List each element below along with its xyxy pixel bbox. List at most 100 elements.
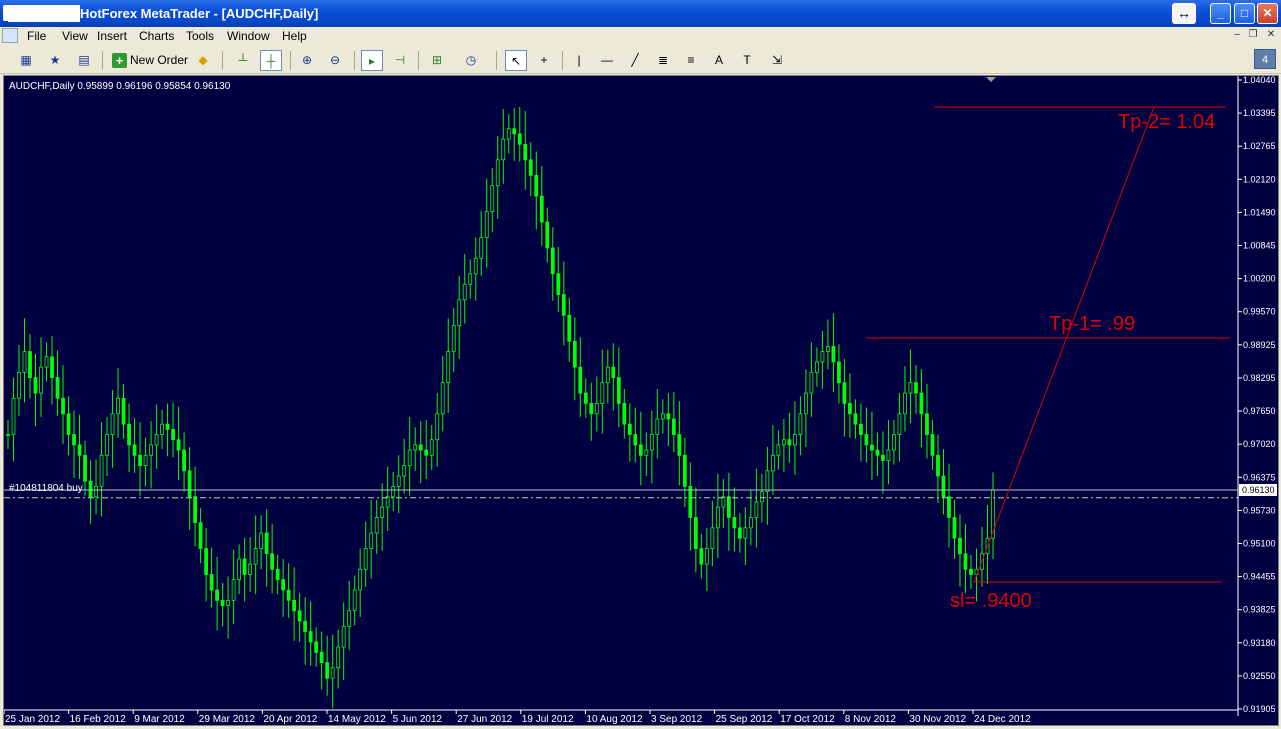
menu-window[interactable]: Window <box>227 29 270 44</box>
candle-body <box>737 527 742 539</box>
candle-body <box>853 413 858 425</box>
menu-bar: File View Insert Charts Tools Window Hel… <box>0 27 1281 46</box>
candle-body <box>550 247 555 275</box>
candle-body <box>743 527 748 539</box>
menu-file[interactable]: File <box>27 29 46 44</box>
arrows-icon[interactable]: ⇲ <box>766 50 788 71</box>
menu-insert[interactable]: Insert <box>97 29 127 44</box>
candle-body <box>776 444 781 456</box>
mdi-restore-icon[interactable]: ❐ <box>1245 29 1261 40</box>
candle-body <box>385 496 390 508</box>
close-icon[interactable]: ✕ <box>1257 3 1278 24</box>
candle-body <box>358 568 363 591</box>
trendline-icon[interactable]: ╱ <box>624 50 646 71</box>
maximize-icon[interactable]: □ <box>1234 3 1255 24</box>
menu-tools[interactable]: Tools <box>186 29 214 44</box>
zoom-out-icon[interactable]: ⊖ <box>324 50 346 71</box>
price-tick-label: 0.95100 <box>1243 538 1276 548</box>
candle-body <box>732 517 737 529</box>
candle-body <box>671 418 676 435</box>
toolbar-separator <box>222 51 223 70</box>
candle-body <box>815 361 819 373</box>
candle-body <box>39 366 43 394</box>
title-bar: HotForex MetaTrader - [AUDCHF,Daily] ↔ _… <box>0 0 1281 27</box>
cursor-icon[interactable]: ↖ <box>505 50 527 71</box>
candle-body <box>787 439 792 446</box>
candle-body <box>655 418 660 435</box>
minimize-icon[interactable]: _ <box>1210 3 1231 24</box>
candle-body <box>903 392 907 415</box>
candle-body <box>699 548 704 565</box>
candle-body <box>83 454 87 482</box>
date-tick-label: 20 Apr 2012 <box>263 714 317 725</box>
candle-body <box>297 610 302 622</box>
candle-body <box>215 589 220 601</box>
chart-window[interactable]: Tp-2= 1.04 Tp-1= .99 sl= .9400 1.04040 1.03… <box>3 75 1279 726</box>
toolbar-separator <box>102 51 103 70</box>
profiles-icon[interactable]: ★ <box>44 50 66 71</box>
candle-body <box>55 377 60 399</box>
zoom-in-icon[interactable]: ⊕ <box>296 50 318 71</box>
candle-body <box>897 413 902 435</box>
price-tick-label: 0.93825 <box>1243 605 1276 615</box>
market-watch-icon[interactable]: ▤ <box>73 50 95 71</box>
menu-help[interactable]: Help <box>282 29 307 44</box>
order-label: #104811804 buy <box>9 483 83 494</box>
candle-body <box>468 273 473 285</box>
vertical-line-icon[interactable]: | <box>568 50 590 71</box>
candle-body <box>490 185 495 213</box>
window-count-badge[interactable]: 4 <box>1254 49 1276 69</box>
menu-charts[interactable]: Charts <box>139 29 174 44</box>
text-label-icon[interactable]: T <box>736 50 758 71</box>
mdi-minimize-icon[interactable]: – <box>1229 29 1245 40</box>
expert-advisors-icon[interactable]: ◆ <box>192 50 214 71</box>
periods-icon[interactable]: ◷ <box>460 50 482 71</box>
crosshair-icon[interactable]: + <box>533 50 555 71</box>
candle-body <box>572 340 577 368</box>
price-chart[interactable]: Tp-2= 1.04 Tp-1= .99 sl= .9400 1.04040 1.03… <box>4 76 1279 726</box>
candle-body <box>512 128 517 135</box>
new-order-button[interactable]: + New Order <box>110 50 192 71</box>
equidistant-channel-icon[interactable]: ≣ <box>652 50 674 71</box>
candle-body <box>77 444 82 456</box>
candle-body <box>132 444 137 456</box>
candle-body <box>539 195 544 223</box>
price-tick-label: 1.00200 <box>1243 274 1276 284</box>
candle-body <box>556 273 561 295</box>
indicators-icon[interactable]: ⊞ <box>426 50 448 71</box>
candle-body <box>495 159 500 187</box>
candle-body <box>941 475 946 498</box>
new-chart-icon[interactable]: ▦ <box>15 50 37 71</box>
autoscroll-icon[interactable]: ▸ <box>361 50 383 71</box>
fibonacci-icon[interactable]: ≡ <box>680 50 702 71</box>
candle-body <box>396 475 401 487</box>
candle-body <box>121 397 126 425</box>
candlestick-icon[interactable]: ┼ <box>260 50 282 71</box>
candle-body <box>44 356 49 368</box>
candle-body <box>517 133 522 145</box>
candle-body <box>308 631 313 643</box>
candle-body <box>220 600 225 606</box>
candle-body <box>407 449 412 467</box>
document-icon[interactable] <box>2 28 18 43</box>
text-icon[interactable]: A <box>708 50 730 71</box>
horizontal-line-icon[interactable]: — <box>596 50 618 71</box>
candle-body <box>347 610 352 627</box>
mdi-close-icon[interactable]: ✕ <box>1263 29 1279 40</box>
candle-body <box>963 553 968 570</box>
menu-view[interactable]: View <box>62 29 88 44</box>
candle-body <box>809 371 814 394</box>
candle-body <box>759 491 764 503</box>
bar-chart-icon[interactable]: ┴ <box>232 50 254 71</box>
resize-arrows-icon[interactable]: ↔ <box>1172 3 1196 24</box>
candle-body <box>578 366 583 394</box>
candle-body <box>446 351 451 384</box>
chart-shift-icon[interactable]: ⊣ <box>389 50 411 71</box>
symbol-info: AUDCHF,Daily 0.95899 0.96196 0.95854 0.9… <box>9 81 231 92</box>
price-tick-label: 0.95730 <box>1243 505 1276 515</box>
candle-body <box>952 517 957 539</box>
candle-body <box>721 496 726 508</box>
date-tick-label: 25 Jan 2012 <box>5 714 60 725</box>
date-tick-label: 29 Mar 2012 <box>199 714 256 725</box>
price-tick-label: 0.94455 <box>1243 572 1276 582</box>
